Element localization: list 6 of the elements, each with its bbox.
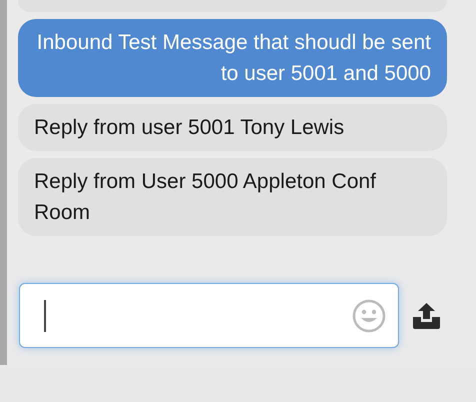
message-bubble: Reply from user 5001 Tony Lewis bbox=[18, 104, 447, 151]
upload-icon[interactable] bbox=[413, 302, 440, 328]
message-bubble: Reply from User 5000 Appleton Conf Room bbox=[18, 158, 447, 236]
smiley-icon[interactable] bbox=[352, 298, 386, 332]
message-bubble: Inbound Test Message that shoudl be sent to user 5001 and 5000 bbox=[18, 19, 447, 97]
message-input-field[interactable] bbox=[19, 283, 399, 348]
